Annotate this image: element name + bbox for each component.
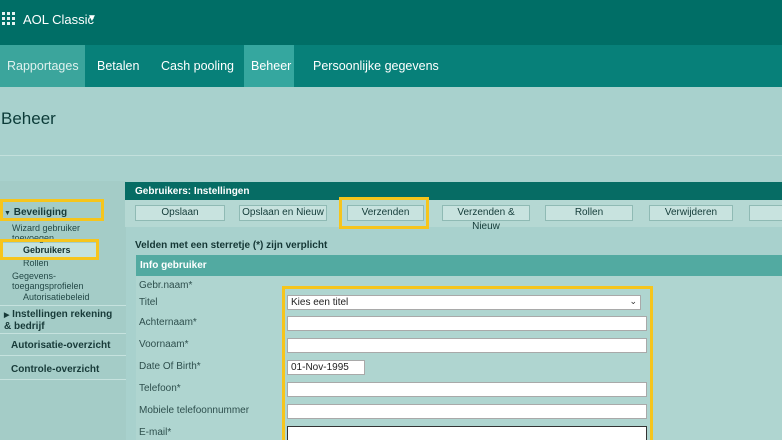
save-button[interactable]: Opslaan bbox=[135, 205, 225, 221]
roles-button[interactable]: Rollen bbox=[545, 205, 633, 221]
title-select[interactable]: Kies een titel ⌄ bbox=[287, 295, 641, 310]
caret-down-icon[interactable]: ▼ bbox=[87, 13, 97, 24]
sidebar-section-beveiliging[interactable]: ▼ Beveiliging bbox=[4, 207, 67, 218]
firstname-field[interactable] bbox=[287, 338, 647, 353]
send-new-button[interactable]: Verzenden & Nieuw bbox=[442, 205, 530, 232]
divider bbox=[0, 155, 782, 156]
required-note: Velden met een sterretje (*) zijn verpli… bbox=[135, 240, 328, 251]
mobile-label: Mobiele telefoonnummer bbox=[139, 405, 250, 416]
tab-rapportages[interactable]: Rapportages bbox=[0, 45, 85, 87]
dob-field[interactable]: 01-Nov-1995 bbox=[287, 360, 365, 375]
dob-label: Date Of Birth* bbox=[139, 361, 201, 372]
sidebar-section-instellingen[interactable]: ▶ Instellingen rekening & bedrijf bbox=[4, 309, 122, 332]
email-label: E-mail* bbox=[139, 427, 172, 438]
sidebar-section-label: Instellingen rekening & bedrijf bbox=[4, 309, 113, 332]
sidebar-section-autorisatie-overzicht[interactable]: Autorisatie-overzicht bbox=[11, 340, 110, 351]
sidebar-item-gegevens-toegangsprofielen[interactable]: Gegevens-toegangsprofielen bbox=[12, 271, 120, 291]
tab-beheer[interactable]: Beheer bbox=[244, 45, 294, 87]
sidebar-item-wizard[interactable]: Wizard gebruiker toevoegen bbox=[12, 223, 120, 243]
sidebar-divider bbox=[0, 305, 126, 306]
chevron-right-icon: ▶ bbox=[4, 312, 10, 319]
title-label: Titel bbox=[139, 297, 158, 308]
page-title: Beheer bbox=[1, 109, 56, 128]
phone-field[interactable] bbox=[287, 382, 647, 397]
toolbar: Opslaan Opslaan en Nieuw Verzenden Verze… bbox=[125, 200, 782, 232]
tab-persoonlijke-gegevens[interactable]: Persoonlijke gegevens bbox=[306, 45, 446, 87]
sidebar-section-controle-overzicht[interactable]: Controle-overzicht bbox=[11, 364, 99, 375]
delete-button[interactable]: Verwijderen bbox=[649, 205, 733, 221]
app-title[interactable]: AOL Classic bbox=[23, 12, 94, 27]
lastname-field[interactable] bbox=[287, 316, 647, 331]
send-button[interactable]: Verzenden bbox=[347, 205, 424, 221]
firstname-label: Voornaam* bbox=[139, 339, 189, 350]
save-new-button[interactable]: Opslaan en Nieuw bbox=[239, 205, 327, 221]
email-field[interactable] bbox=[287, 426, 647, 440]
top-bar: AOL Classic ▼ bbox=[0, 0, 782, 45]
app-grid-icon[interactable] bbox=[2, 12, 15, 25]
sidebar-section-label: Beveiliging bbox=[13, 207, 68, 218]
phone-label: Telefoon* bbox=[139, 383, 181, 394]
chevron-down-icon: ▼ bbox=[4, 210, 11, 217]
sidebar-item-rollen[interactable]: Rollen bbox=[23, 258, 49, 268]
sidebar-item-autorisatiebeleid[interactable]: Autorisatiebeleid bbox=[23, 292, 90, 302]
sidebar-divider bbox=[0, 355, 126, 356]
main-nav: Rapportages Betalen Cash pooling Beheer … bbox=[0, 45, 782, 87]
title-select-value: Kies een titel bbox=[291, 297, 349, 308]
mobile-field[interactable] bbox=[287, 404, 647, 419]
sidebar-item-gebruikers[interactable]: Gebruikers bbox=[23, 245, 71, 255]
sidebar-divider bbox=[0, 333, 126, 334]
section-title: Info gebruiker bbox=[136, 255, 782, 276]
chevron-down-icon: ⌄ bbox=[629, 296, 637, 306]
sidebar-divider bbox=[0, 379, 126, 380]
username-label: Gebr.naam* bbox=[139, 280, 193, 291]
tab-cash-pooling[interactable]: Cash pooling bbox=[154, 45, 241, 87]
tab-betalen[interactable]: Betalen bbox=[90, 45, 146, 87]
more-button[interactable] bbox=[749, 205, 782, 221]
panel-title: Gebruikers: Instellingen bbox=[125, 182, 782, 200]
lastname-label: Achternaam* bbox=[139, 317, 197, 328]
